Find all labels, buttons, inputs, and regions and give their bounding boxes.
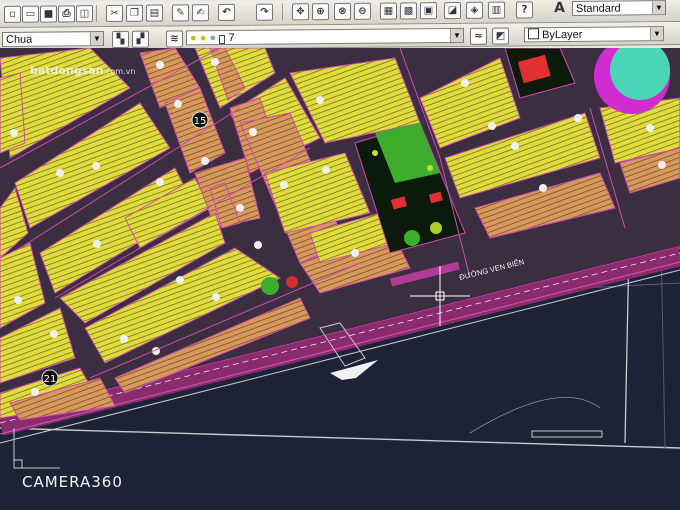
text-style-icon: A	[554, 0, 565, 17]
new-icon[interactable]: ▫	[4, 5, 21, 23]
color-value: ByLayer	[542, 28, 583, 42]
layer-combo[interactable]: ● ● ● ■ 7 ▼	[186, 27, 464, 46]
redo-icon[interactable]: ↷	[256, 3, 273, 21]
chevron-down-icon[interactable]: ▼	[90, 32, 103, 46]
drawing-canvas[interactable]: 15 21 ĐƯỜNG VEN BIỂN batdongsan.com.vn C…	[0, 48, 680, 510]
zoom-previous-icon[interactable]: ⊖	[354, 2, 371, 20]
layer-name: 7	[228, 31, 235, 44]
text-style-combo[interactable]: Standard ▼	[572, 0, 666, 16]
save-icon[interactable]: ■	[40, 5, 57, 23]
zoom-icon[interactable]: ⊕	[312, 3, 329, 21]
site-plan-drawing: 15 21 ĐƯỜNG VEN BIỂN	[0, 48, 680, 469]
tool-palette-icon[interactable]: ▣	[420, 2, 437, 20]
markup-icon[interactable]: ◈	[466, 1, 483, 19]
pan-icon[interactable]: ✥	[292, 3, 309, 21]
help-icon[interactable]: ?	[516, 1, 533, 19]
workspace-value: Chua	[6, 33, 33, 46]
layer-state-icon[interactable]: ▚	[112, 30, 129, 48]
text-style-value: Standard	[576, 2, 621, 15]
layers-toolbar: Chua ▼ ▚ ▞ ≋ ● ● ● ■ 7 ▼ ≈ ◩ ByLayer ▼	[0, 22, 680, 51]
calculator-icon[interactable]: ▥	[488, 1, 505, 19]
sheet-set-icon[interactable]: ◪	[444, 1, 461, 20]
make-current-icon[interactable]: ≈	[470, 27, 487, 45]
properties-icon[interactable]: ▦	[380, 2, 397, 20]
lot-number-15: 15	[194, 116, 207, 127]
layer-iso-icon[interactable]: ◩	[492, 27, 509, 45]
chevron-down-icon[interactable]: ▼	[652, 1, 665, 15]
preview-icon[interactable]: ◫	[76, 5, 93, 23]
lot-number-21: 21	[44, 374, 57, 385]
chevron-down-icon[interactable]: ▼	[450, 28, 463, 43]
toolbar-separator	[282, 3, 283, 21]
copy-icon[interactable]: ❐	[126, 4, 143, 22]
lightbulb-icon[interactable]: ●	[190, 32, 197, 44]
match-prop-icon[interactable]: ✎	[172, 4, 189, 22]
color-combo[interactable]: ByLayer ▼	[524, 26, 664, 43]
brush-icon[interactable]: ✍	[192, 4, 209, 22]
chevron-down-icon[interactable]: ▼	[650, 27, 663, 41]
sun-icon[interactable]: ●	[200, 32, 207, 44]
watermark-camera: CAMERA360	[22, 473, 123, 491]
design-center-icon[interactable]: ▩	[400, 2, 417, 20]
undo-icon[interactable]: ↶	[218, 3, 235, 22]
print-icon[interactable]: ⎙	[58, 5, 75, 23]
zoom-window-icon[interactable]: ⊗	[334, 2, 351, 21]
lock-icon[interactable]: ●	[209, 32, 216, 44]
open-icon[interactable]: ▭	[22, 5, 39, 23]
cut-icon[interactable]: ✂	[106, 4, 123, 23]
watermark-site: batdongsan.com.vn	[30, 64, 136, 77]
layer-manager-icon[interactable]: ≋	[166, 30, 183, 48]
color-swatch-icon	[528, 28, 539, 40]
color-icon: ■	[219, 35, 226, 45]
workspace-combo[interactable]: Chua ▼	[2, 31, 104, 47]
layer-previous-icon[interactable]: ▞	[132, 30, 149, 48]
cad-window: ▫ ▭ ■ ⎙ ◫ ✂ ❐ ▤ ✎ ✍ ↶ ↷ ✥ ⊕ ⊗ ⊖ ▦ ▩ ▣ ◪ …	[0, 0, 680, 510]
toolbar-separator	[96, 5, 97, 23]
paste-icon[interactable]: ▤	[146, 4, 163, 22]
